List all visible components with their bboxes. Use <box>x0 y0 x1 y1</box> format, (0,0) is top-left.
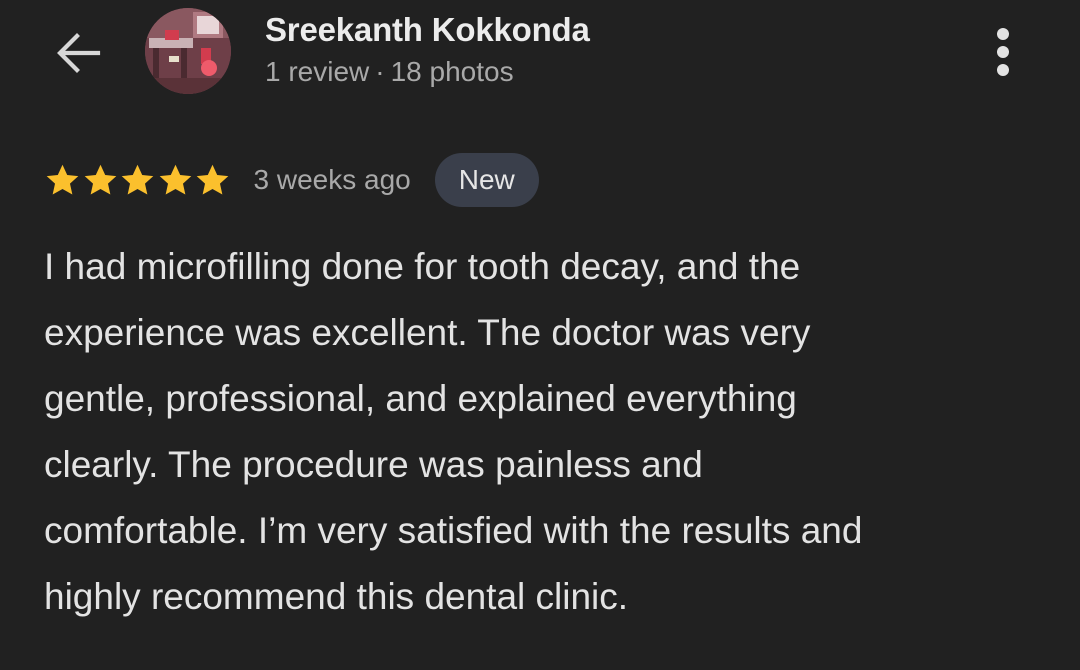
review-header: Sreekanth Kokkonda 1 review · 18 photos <box>0 0 1080 110</box>
review-date: 3 weeks ago <box>253 164 411 195</box>
photo-count: 18 photos <box>390 56 514 87</box>
review-count: 1 review <box>265 56 370 87</box>
profile-photo <box>145 8 231 94</box>
star-icon <box>157 162 194 199</box>
more-dot <box>997 64 1009 76</box>
user-meta: 1 review · 18 photos <box>265 52 590 92</box>
more-dot <box>997 46 1009 58</box>
new-badge: New <box>434 153 539 207</box>
meta-separator: · <box>375 56 385 87</box>
review-text: I had microfilling done for tooth decay,… <box>44 246 863 617</box>
user-info: Sreekanth Kokkonda 1 review · 18 photos <box>265 10 590 92</box>
user-name[interactable]: Sreekanth Kokkonda <box>265 10 590 50</box>
more-dot <box>997 28 1009 40</box>
rating-row: 3 weeks ago New <box>44 152 539 208</box>
star-icon <box>119 162 156 199</box>
back-button[interactable] <box>50 26 104 80</box>
avatar[interactable] <box>145 8 231 94</box>
star-rating <box>44 162 232 199</box>
arrow-back-icon <box>57 33 101 73</box>
star-icon <box>44 162 81 199</box>
star-icon <box>194 162 231 199</box>
more-options-button[interactable] <box>982 24 1024 80</box>
star-icon <box>82 162 119 199</box>
